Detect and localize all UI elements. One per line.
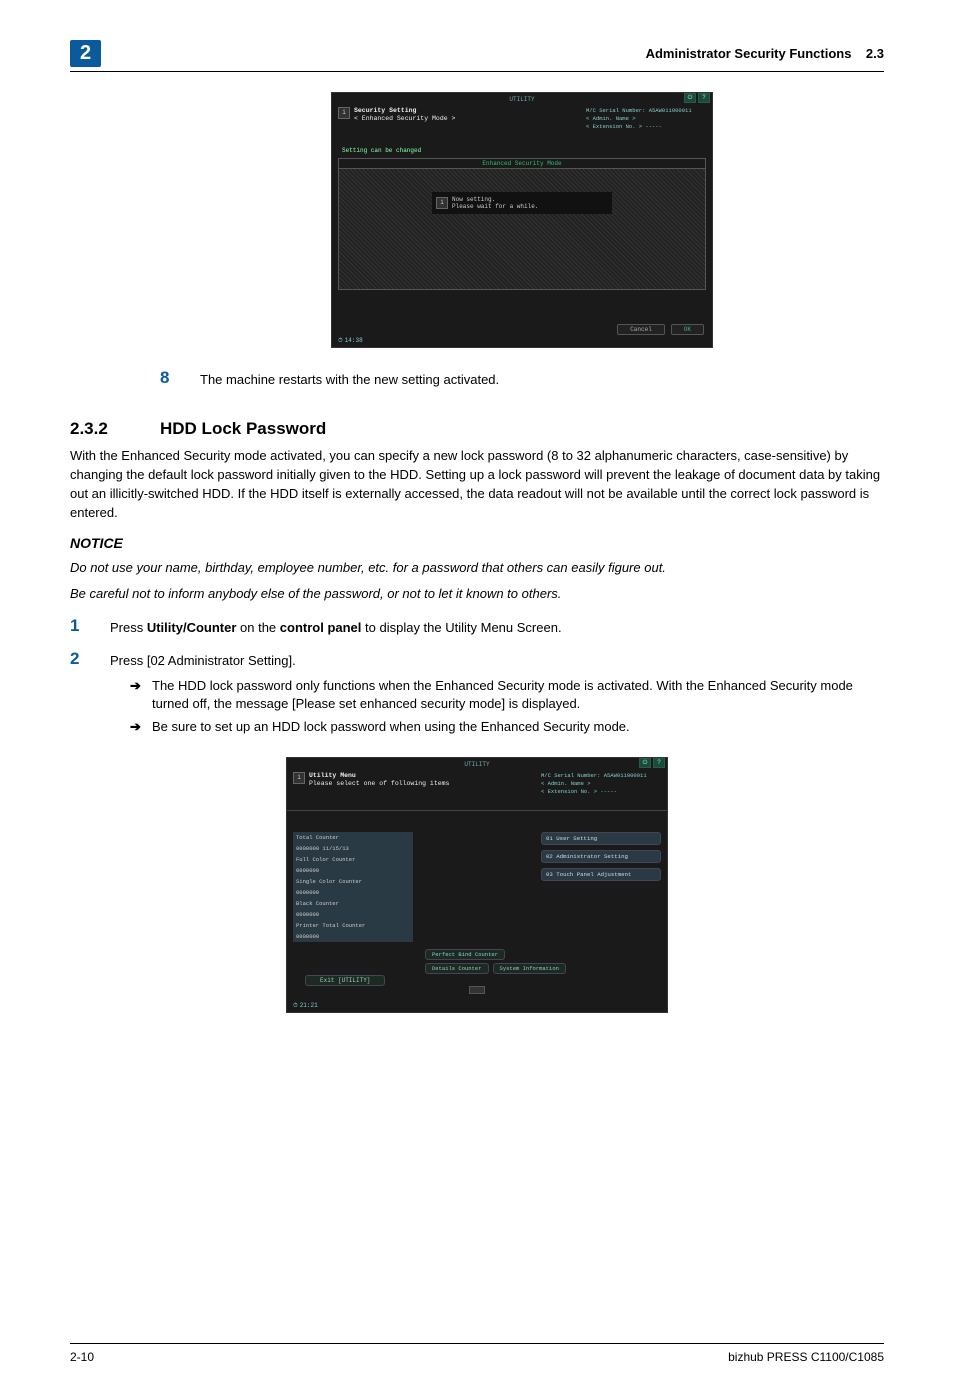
counter-row: Black Counter [293, 898, 413, 909]
section-number: 2.3.2 [70, 419, 160, 439]
notice-heading: NOTICE [70, 535, 884, 551]
page-number: 2-10 [70, 1350, 94, 1364]
page-footer: 2-10 bizhub PRESS C1100/C1085 [70, 1343, 884, 1364]
system-information-button[interactable]: System Information [493, 963, 566, 974]
now-setting-line2: Please wait for a while. [452, 203, 538, 210]
step-2-sub2: Be sure to set up an HDD lock password w… [152, 718, 630, 737]
administrator-setting-button[interactable]: 02 Administrator Setting [541, 850, 661, 863]
product-name: bizhub PRESS C1100/C1085 [728, 1350, 884, 1364]
panel-time: 21:21 [293, 1002, 318, 1010]
ext-line: < Extension No. > ----- [586, 123, 706, 131]
serial-line: M/C Serial Number: A5AW011000011 [541, 772, 661, 780]
panel-title-1: Security Setting [354, 107, 455, 115]
step-2-sub1: The HDD lock password only functions whe… [152, 677, 884, 715]
hatched-area: Enhanced Security Mode i Now setting. Pl… [338, 158, 706, 290]
panel-title-2: < Enhanced Security Mode > [354, 115, 455, 123]
exit-utility-button[interactable]: Exit [UTILITY] [305, 975, 385, 986]
counter-row: 0000000 [293, 931, 413, 942]
section-paragraph: With the Enhanced Security mode activate… [70, 447, 884, 522]
arrow-icon: ➔ [130, 718, 152, 737]
ok-button[interactable]: OK [671, 324, 704, 335]
counter-row: Full Color Counter [293, 854, 413, 865]
step-1-text: Press Utility/Counter on the control pan… [110, 616, 884, 637]
power-icon: ⏻ [639, 758, 651, 768]
counter-row: Total Counter [293, 832, 413, 843]
counter-row: 0000000 11/15/13 [293, 843, 413, 854]
info-icon: i [293, 772, 305, 784]
step-number-8: 8 [160, 368, 200, 389]
chapter-number: 2 [70, 40, 101, 67]
info-icon: i [436, 197, 448, 209]
counter-row: Printer Total Counter [293, 920, 413, 931]
cancel-button[interactable]: Cancel [617, 324, 665, 335]
notice-line-1: Do not use your name, birthday, employee… [70, 559, 884, 578]
now-setting-line1: Now setting. [452, 196, 538, 203]
page-header: 2 Administrator Security Functions 2.3 [70, 40, 884, 72]
info-icon: i [338, 107, 350, 119]
step-number-2: 2 [70, 649, 110, 743]
admin-line: < Admin. Name > [586, 115, 706, 123]
power-icon: ⏻ [684, 93, 696, 103]
details-counter-button[interactable]: Details Counter [425, 963, 489, 974]
panel-security-setting: ⏻ ? UTILITY i Security Setting < Enhance… [331, 92, 713, 348]
perfect-bind-counter-button[interactable]: Perfect Bind Counter [425, 949, 505, 960]
counter-row: 0000000 [293, 865, 413, 876]
panel-utility-label: UTILITY [287, 758, 667, 768]
section-title: HDD Lock Password [160, 419, 326, 439]
touch-panel-adjust-button[interactable]: 03 Touch Panel Adjustment [541, 868, 661, 881]
enhanced-mode-label: Enhanced Security Mode [339, 159, 705, 169]
admin-line: < Admin. Name > [541, 780, 661, 788]
panel-title-1: Utility Menu [309, 772, 449, 780]
counter-row: 0000000 [293, 887, 413, 898]
user-setting-button[interactable]: 01 User Setting [541, 832, 661, 845]
notice-line-2: Be careful not to inform anybody else of… [70, 585, 884, 604]
panel-utility-label: UTILITY [332, 93, 712, 103]
setting-changed-label: Setting can be changed [338, 145, 706, 156]
step-8-text: The machine restarts with the new settin… [200, 368, 884, 389]
now-setting-popup: i Now setting. Please wait for a while. [432, 192, 612, 214]
counter-panel: Total Counter 0000000 11/15/13 Full Colo… [293, 832, 413, 942]
serial-line: M/C Serial Number: A5AW011000011 [586, 107, 706, 115]
panel-title-2: Please select one of following items [309, 780, 449, 788]
counter-row: Single Color Counter [293, 876, 413, 887]
step-2-text: Press [02 Administrator Setting]. ➔ The … [110, 649, 884, 743]
counter-row: 0000000 [293, 909, 413, 920]
section-heading: 2.3.2 HDD Lock Password [70, 419, 884, 439]
help-icon: ? [698, 93, 710, 103]
ext-line: < Extension No. > ----- [541, 788, 661, 796]
step-number-1: 1 [70, 616, 110, 637]
keyboard-icon [469, 986, 485, 994]
help-icon: ? [653, 758, 665, 768]
arrow-icon: ➔ [130, 677, 152, 715]
panel-utility-menu: ⏻ ? UTILITY i Utility Menu Please select… [286, 757, 668, 1013]
panel-time: 14:38 [338, 337, 363, 345]
header-title: Administrator Security Functions 2.3 [646, 46, 884, 61]
